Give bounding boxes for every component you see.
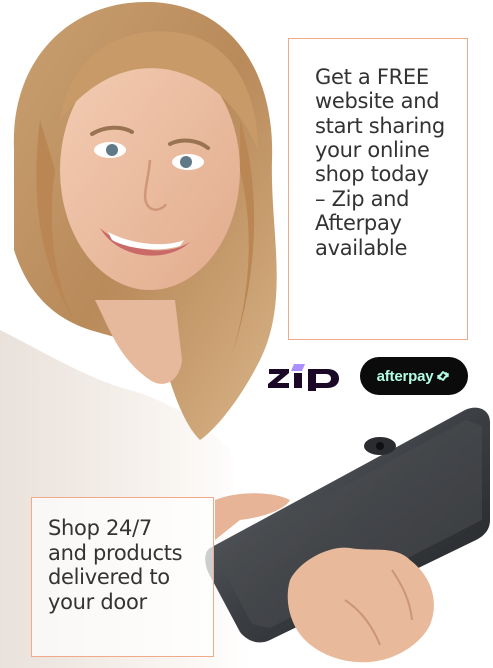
zip-logo-icon <box>268 364 339 391</box>
shop-line: delivered to <box>48 565 170 590</box>
promo-line: Get a FREE <box>315 65 429 89</box>
promo-text-box: Get a FREE website and start sharing you… <box>288 38 468 340</box>
promo-line: your online <box>315 138 430 163</box>
promo-line: available <box>315 235 408 260</box>
shop-line: and products <box>48 540 183 565</box>
promo-line: – Zip and <box>315 186 410 211</box>
promo-line: website and <box>315 89 440 114</box>
promo-headline: Get a FREE website and start sharing you… <box>315 65 465 260</box>
afterpay-label: afterpay <box>376 367 434 385</box>
promo-line: Afterpay <box>315 211 402 236</box>
afterpay-arrows-icon <box>437 371 450 381</box>
shop-line: Shop 24/7 <box>48 516 152 540</box>
shop-line: your door <box>48 589 147 614</box>
shop-caption: Shop 24/7 and products delivered to your… <box>48 516 208 614</box>
promo-line: start sharing <box>315 113 445 138</box>
afterpay-badge: afterpay <box>360 357 468 395</box>
promo-line: shop today <box>315 162 429 187</box>
advertisement-banner: Get a FREE website and start sharing you… <box>0 0 493 668</box>
shop-text-box: Shop 24/7 and products delivered to your… <box>31 497 214 657</box>
